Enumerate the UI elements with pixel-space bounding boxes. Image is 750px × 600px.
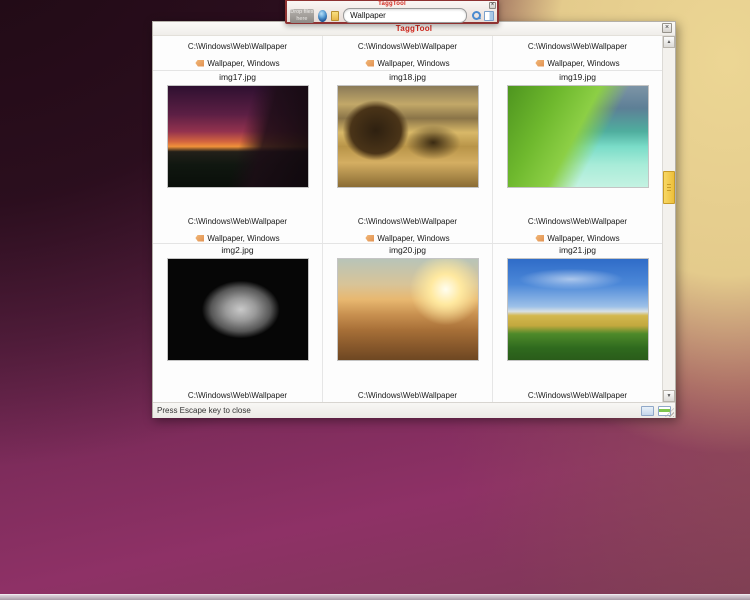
tag-icon	[365, 60, 374, 67]
thumbnail-img19[interactable]	[507, 85, 649, 188]
image-cell: img2.jpg C:\Windows\Web\Wallpaper	[153, 244, 323, 402]
image-path: C:\Windows\Web\Wallpaper	[358, 390, 457, 402]
status-bar: Press Escape key to close	[153, 402, 675, 418]
grid-row: img17.jpg C:\Windows\Web\Wallpaper Wallp…	[153, 71, 662, 244]
browser-titlebar[interactable]: TaggTool ×	[153, 22, 675, 36]
image-filename: img2.jpg	[221, 244, 253, 256]
image-path: C:\Windows\Web\Wallpaper	[188, 390, 287, 402]
thumbnail-img21[interactable]	[507, 258, 649, 361]
image-cell: C:\Windows\Web\Wallpaper Wallpaper, Wind…	[493, 36, 662, 70]
image-filename: img19.jpg	[559, 71, 596, 83]
thumbnail-grid: C:\Windows\Web\Wallpaper Wallpaper, Wind…	[153, 36, 662, 402]
tag-icon	[195, 235, 204, 242]
image-path: C:\Windows\Web\Wallpaper	[188, 41, 287, 53]
image-path: C:\Windows\Web\Wallpaper	[358, 216, 457, 228]
image-path: C:\Windows\Web\Wallpaper	[528, 390, 627, 402]
grid-row: img2.jpg C:\Windows\Web\Wallpaper img20.…	[153, 244, 662, 402]
image-cell: img19.jpg C:\Windows\Web\Wallpaper Wallp…	[493, 71, 662, 243]
tag-icon	[535, 235, 544, 242]
globe-icon[interactable]	[318, 10, 327, 22]
scrollbar-track[interactable]	[663, 48, 675, 390]
thumbnail-img2[interactable]	[167, 258, 309, 361]
scroll-down-icon[interactable]: ▼	[663, 390, 675, 402]
toolbar-window: TaggTool × Drop files here	[285, 0, 499, 24]
drop-files-zone[interactable]: Drop files here	[290, 9, 314, 23]
search-icon[interactable]	[471, 10, 479, 21]
toolbar-title: TaggTool	[287, 1, 497, 8]
thumbnail-img17[interactable]	[167, 85, 309, 188]
toolbar-titlebar[interactable]: TaggTool ×	[287, 1, 497, 8]
image-path: C:\Windows\Web\Wallpaper	[528, 41, 627, 53]
image-path: C:\Windows\Web\Wallpaper	[188, 216, 287, 228]
image-cell: img17.jpg C:\Windows\Web\Wallpaper Wallp…	[153, 71, 323, 243]
tag-icon	[535, 60, 544, 67]
image-tags: Wallpaper, Windows	[207, 59, 279, 68]
image-filename: img18.jpg	[389, 71, 426, 83]
tag-icon	[365, 235, 374, 242]
close-icon[interactable]: ×	[662, 23, 672, 33]
scrollbar-thumb[interactable]	[663, 171, 675, 204]
grid-view-icon[interactable]	[641, 406, 654, 416]
vertical-scrollbar[interactable]: ▲ ▼	[662, 36, 675, 402]
image-cell: img21.jpg C:\Windows\Web\Wallpaper	[493, 244, 662, 402]
scroll-up-icon[interactable]: ▲	[663, 36, 675, 48]
taskbar-edge	[0, 594, 750, 600]
image-tags: Wallpaper, Windows	[377, 234, 449, 243]
image-path: C:\Windows\Web\Wallpaper	[528, 216, 627, 228]
image-filename: img21.jpg	[559, 244, 596, 256]
image-tags: Wallpaper, Windows	[207, 234, 279, 243]
image-cell: C:\Windows\Web\Wallpaper Wallpaper, Wind…	[323, 36, 493, 70]
image-filename: img20.jpg	[389, 244, 426, 256]
status-text: Press Escape key to close	[157, 406, 637, 415]
image-path: C:\Windows\Web\Wallpaper	[358, 41, 457, 53]
close-icon[interactable]: ×	[489, 2, 496, 9]
image-tags: Wallpaper, Windows	[547, 59, 619, 68]
image-tags: Wallpaper, Windows	[547, 234, 619, 243]
thumbnail-img20[interactable]	[337, 258, 479, 361]
search-input[interactable]	[343, 8, 467, 23]
image-tags: Wallpaper, Windows	[377, 59, 449, 68]
image-cell: img20.jpg C:\Windows\Web\Wallpaper	[323, 244, 493, 402]
image-filename: img17.jpg	[219, 71, 256, 83]
tag-icon	[195, 60, 204, 67]
grid-row-partial: C:\Windows\Web\Wallpaper Wallpaper, Wind…	[153, 36, 662, 71]
image-cell: C:\Windows\Web\Wallpaper Wallpaper, Wind…	[153, 36, 323, 70]
browser-window: TaggTool × C:\Windows\Web\Wallpaper Wall…	[152, 21, 676, 418]
image-cell: img18.jpg C:\Windows\Web\Wallpaper Wallp…	[323, 71, 493, 243]
thumbnail-img18[interactable]	[337, 85, 479, 188]
panel-toggle-icon[interactable]	[484, 11, 494, 21]
note-icon[interactable]	[331, 11, 339, 21]
